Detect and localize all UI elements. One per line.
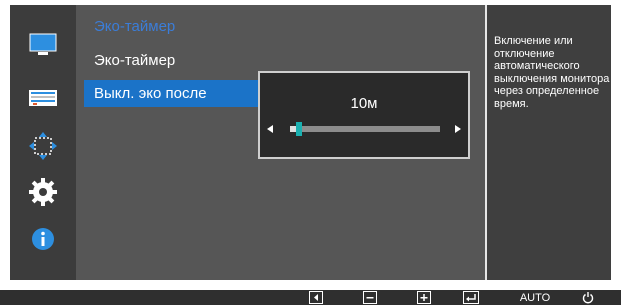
power-icon[interactable] [580,290,596,305]
left-arrow-icon[interactable] [267,125,273,133]
auto-label: AUTO [519,291,551,304]
menu-item-eco-off-after[interactable]: Выкл. эко после [84,80,260,107]
eco-off-popup: 10м [258,71,470,159]
button-bar: AUTO [0,290,621,305]
info-icon[interactable] [28,224,58,254]
enter-icon[interactable] [462,290,480,305]
gear-icon[interactable] [28,177,58,207]
slider-thumb[interactable] [296,122,302,136]
monitor-icon[interactable] [28,30,58,60]
color-bars-icon[interactable] [28,83,58,113]
menu-title: Эко-таймер [94,18,176,35]
osd-window: Эко-таймер Эко-таймер Выкл. эко после 10… [10,5,611,280]
help-text: Включение или отключение автоматического… [494,35,610,110]
minus-icon[interactable] [362,290,378,305]
eco-timer-slider[interactable] [290,122,440,136]
category-sidebar [10,5,76,280]
plus-icon[interactable] [416,290,432,305]
auto-button[interactable]: AUTO [520,290,550,305]
right-arrow-icon[interactable] [455,125,461,133]
left-arrow-icon[interactable] [308,290,324,305]
menu-item-eco-timer[interactable]: Эко-таймер [84,47,260,74]
popup-value: 10м [350,95,378,112]
arrows-icon[interactable] [28,131,58,161]
